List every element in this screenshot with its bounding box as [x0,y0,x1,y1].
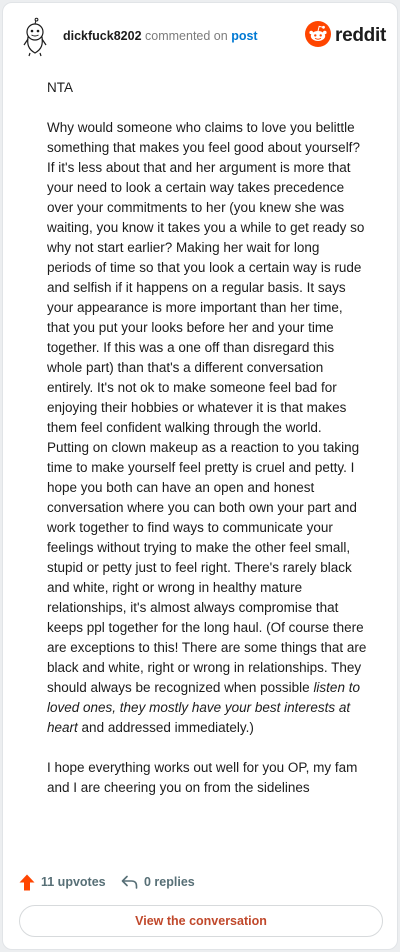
comment-main-text-1: Why would someone who claims to love you… [47,120,367,695]
comment-paragraph-closing: I hope everything works out well for you… [47,760,358,795]
reply-arrow-icon [121,875,138,889]
reddit-wordmark: reddit [335,25,386,46]
comment-body: NTA Why would someone who claims to love… [47,78,367,818]
upvote-count: 11 upvotes [41,875,106,889]
post-link[interactable]: post [231,29,257,43]
snoo-avatar-icon[interactable] [19,17,51,57]
reply-count: 0 replies [144,875,195,889]
comment-actions: 11 upvotes 0 replies [19,869,339,895]
comment-header: dickfuck8202 commented on post reddit [19,17,386,57]
view-conversation-button[interactable]: View the conversation [19,905,383,937]
upvote-button[interactable]: 11 upvotes [19,869,106,895]
comment-card: dickfuck8202 commented on post reddit NT… [2,2,398,950]
reddit-brand[interactable]: reddit [305,21,386,51]
username-link[interactable]: dickfuck8202 [63,29,142,43]
comment-verdict: NTA [47,80,73,95]
byline-action-text: commented on [145,29,228,43]
comment-byline: dickfuck8202 commented on post [63,29,258,43]
comment-paragraph-main: Why would someone who claims to love you… [47,118,367,738]
upvote-arrow-icon [19,874,35,890]
comment-main-text-2: and addressed immediately.) [81,720,254,735]
reply-button[interactable]: 0 replies [121,869,195,895]
reddit-logo-icon [305,21,331,47]
